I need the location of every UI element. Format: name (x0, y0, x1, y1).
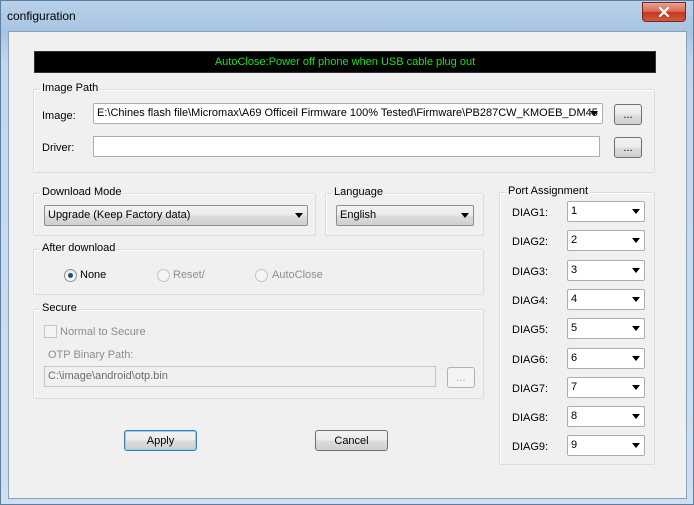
close-button[interactable] (642, 2, 686, 22)
normal-to-secure-label[interactable]: Normal to Secure (60, 326, 146, 338)
port-label: DIAG5: (512, 324, 549, 336)
chevron-down-icon (461, 213, 469, 218)
radio-reset[interactable] (157, 269, 170, 282)
language-group: Language English (325, 186, 484, 236)
chevron-down-icon (632, 238, 640, 243)
chevron-down-icon (632, 268, 640, 273)
image-path-combo[interactable]: E:\Chines flash file\Micromax\A69 Office… (93, 103, 603, 124)
after-download-group-label: After download (40, 242, 118, 254)
window-title: configuration (7, 9, 76, 23)
secure-group: Secure Normal to Secure OTP Binary Path:… (33, 302, 484, 399)
port-select-diag2[interactable]: 2 (567, 230, 645, 251)
download-mode-select[interactable]: Upgrade (Keep Factory data) (44, 205, 308, 226)
radio-reset-label[interactable]: Reset/ (173, 269, 205, 281)
port-label: DIAG6: (512, 354, 549, 366)
driver-input[interactable] (93, 136, 600, 157)
radio-autoclose[interactable] (255, 269, 268, 282)
chevron-down-icon (632, 414, 640, 419)
chevron-down-icon (295, 213, 303, 218)
port-label: DIAG9: (512, 441, 549, 453)
language-value: English (340, 209, 377, 221)
port-select-diag6[interactable]: 6 (567, 348, 645, 369)
radio-none[interactable] (64, 269, 77, 282)
otp-binary-path-input[interactable]: C:\image\android\otp.bin (44, 366, 436, 387)
port-select-diag4[interactable]: 4 (567, 289, 645, 310)
dialog-client-area: AutoClose:Power off phone when USB cable… (8, 31, 687, 499)
port-assignment-group: Port Assignment DIAG1: 1 DIAG2: 2 DIAG3:… (499, 185, 655, 465)
apply-button[interactable]: Apply (124, 430, 197, 451)
title-bar[interactable]: configuration (1, 1, 693, 31)
chevron-down-icon (632, 385, 640, 390)
language-select[interactable]: English (336, 205, 474, 226)
port-select-diag1[interactable]: 1 (567, 201, 645, 222)
download-mode-group: Download Mode Upgrade (Keep Factory data… (33, 186, 316, 236)
chevron-down-icon (632, 326, 640, 331)
language-group-label: Language (332, 186, 385, 198)
port-select-diag9[interactable]: 9 (567, 435, 645, 456)
otp-binary-path-label: OTP Binary Path: (48, 349, 134, 361)
autoclose-banner: AutoClose:Power off phone when USB cable… (34, 51, 656, 73)
port-select-diag5[interactable]: 5 (567, 318, 645, 339)
image-path-group-label: Image Path (40, 82, 101, 94)
cancel-button[interactable]: Cancel (315, 430, 388, 451)
port-label: DIAG1: (512, 207, 549, 219)
port-label: DIAG3: (512, 266, 549, 278)
chevron-down-icon (632, 297, 640, 302)
port-select-diag8[interactable]: 8 (567, 406, 645, 427)
chevron-down-icon (590, 111, 598, 116)
port-label: DIAG7: (512, 383, 549, 395)
otp-browse-button[interactable]: ... (447, 367, 475, 388)
port-label: DIAG8: (512, 412, 549, 424)
port-label: DIAG4: (512, 295, 549, 307)
image-path-group: Image Path Image: E:\Chines flash file\M… (33, 82, 655, 173)
normal-to-secure-checkbox[interactable] (44, 325, 57, 338)
port-select-diag7[interactable]: 7 (567, 377, 645, 398)
configuration-window: configuration AutoClose:Power off phone … (0, 0, 694, 505)
image-path-value: E:\Chines flash file\Micromax\A69 Office… (97, 107, 598, 119)
port-assignment-group-label: Port Assignment (506, 185, 591, 197)
secure-group-label: Secure (40, 302, 79, 314)
driver-label: Driver: (42, 142, 75, 154)
radio-autoclose-label[interactable]: AutoClose (272, 269, 323, 281)
port-select-diag3[interactable]: 3 (567, 260, 645, 281)
port-label: DIAG2: (512, 236, 549, 248)
image-browse-button[interactable]: ... (614, 104, 642, 125)
image-label: Image: (42, 110, 76, 122)
chevron-down-icon (632, 356, 640, 361)
after-download-group: After download None Reset/ AutoClose (33, 242, 484, 295)
download-mode-group-label: Download Mode (40, 186, 124, 198)
chevron-down-icon (632, 209, 640, 214)
driver-browse-button[interactable]: ... (614, 137, 642, 158)
close-icon (658, 7, 670, 17)
download-mode-value: Upgrade (Keep Factory data) (48, 209, 191, 221)
radio-none-label[interactable]: None (80, 269, 106, 281)
chevron-down-icon (632, 443, 640, 448)
